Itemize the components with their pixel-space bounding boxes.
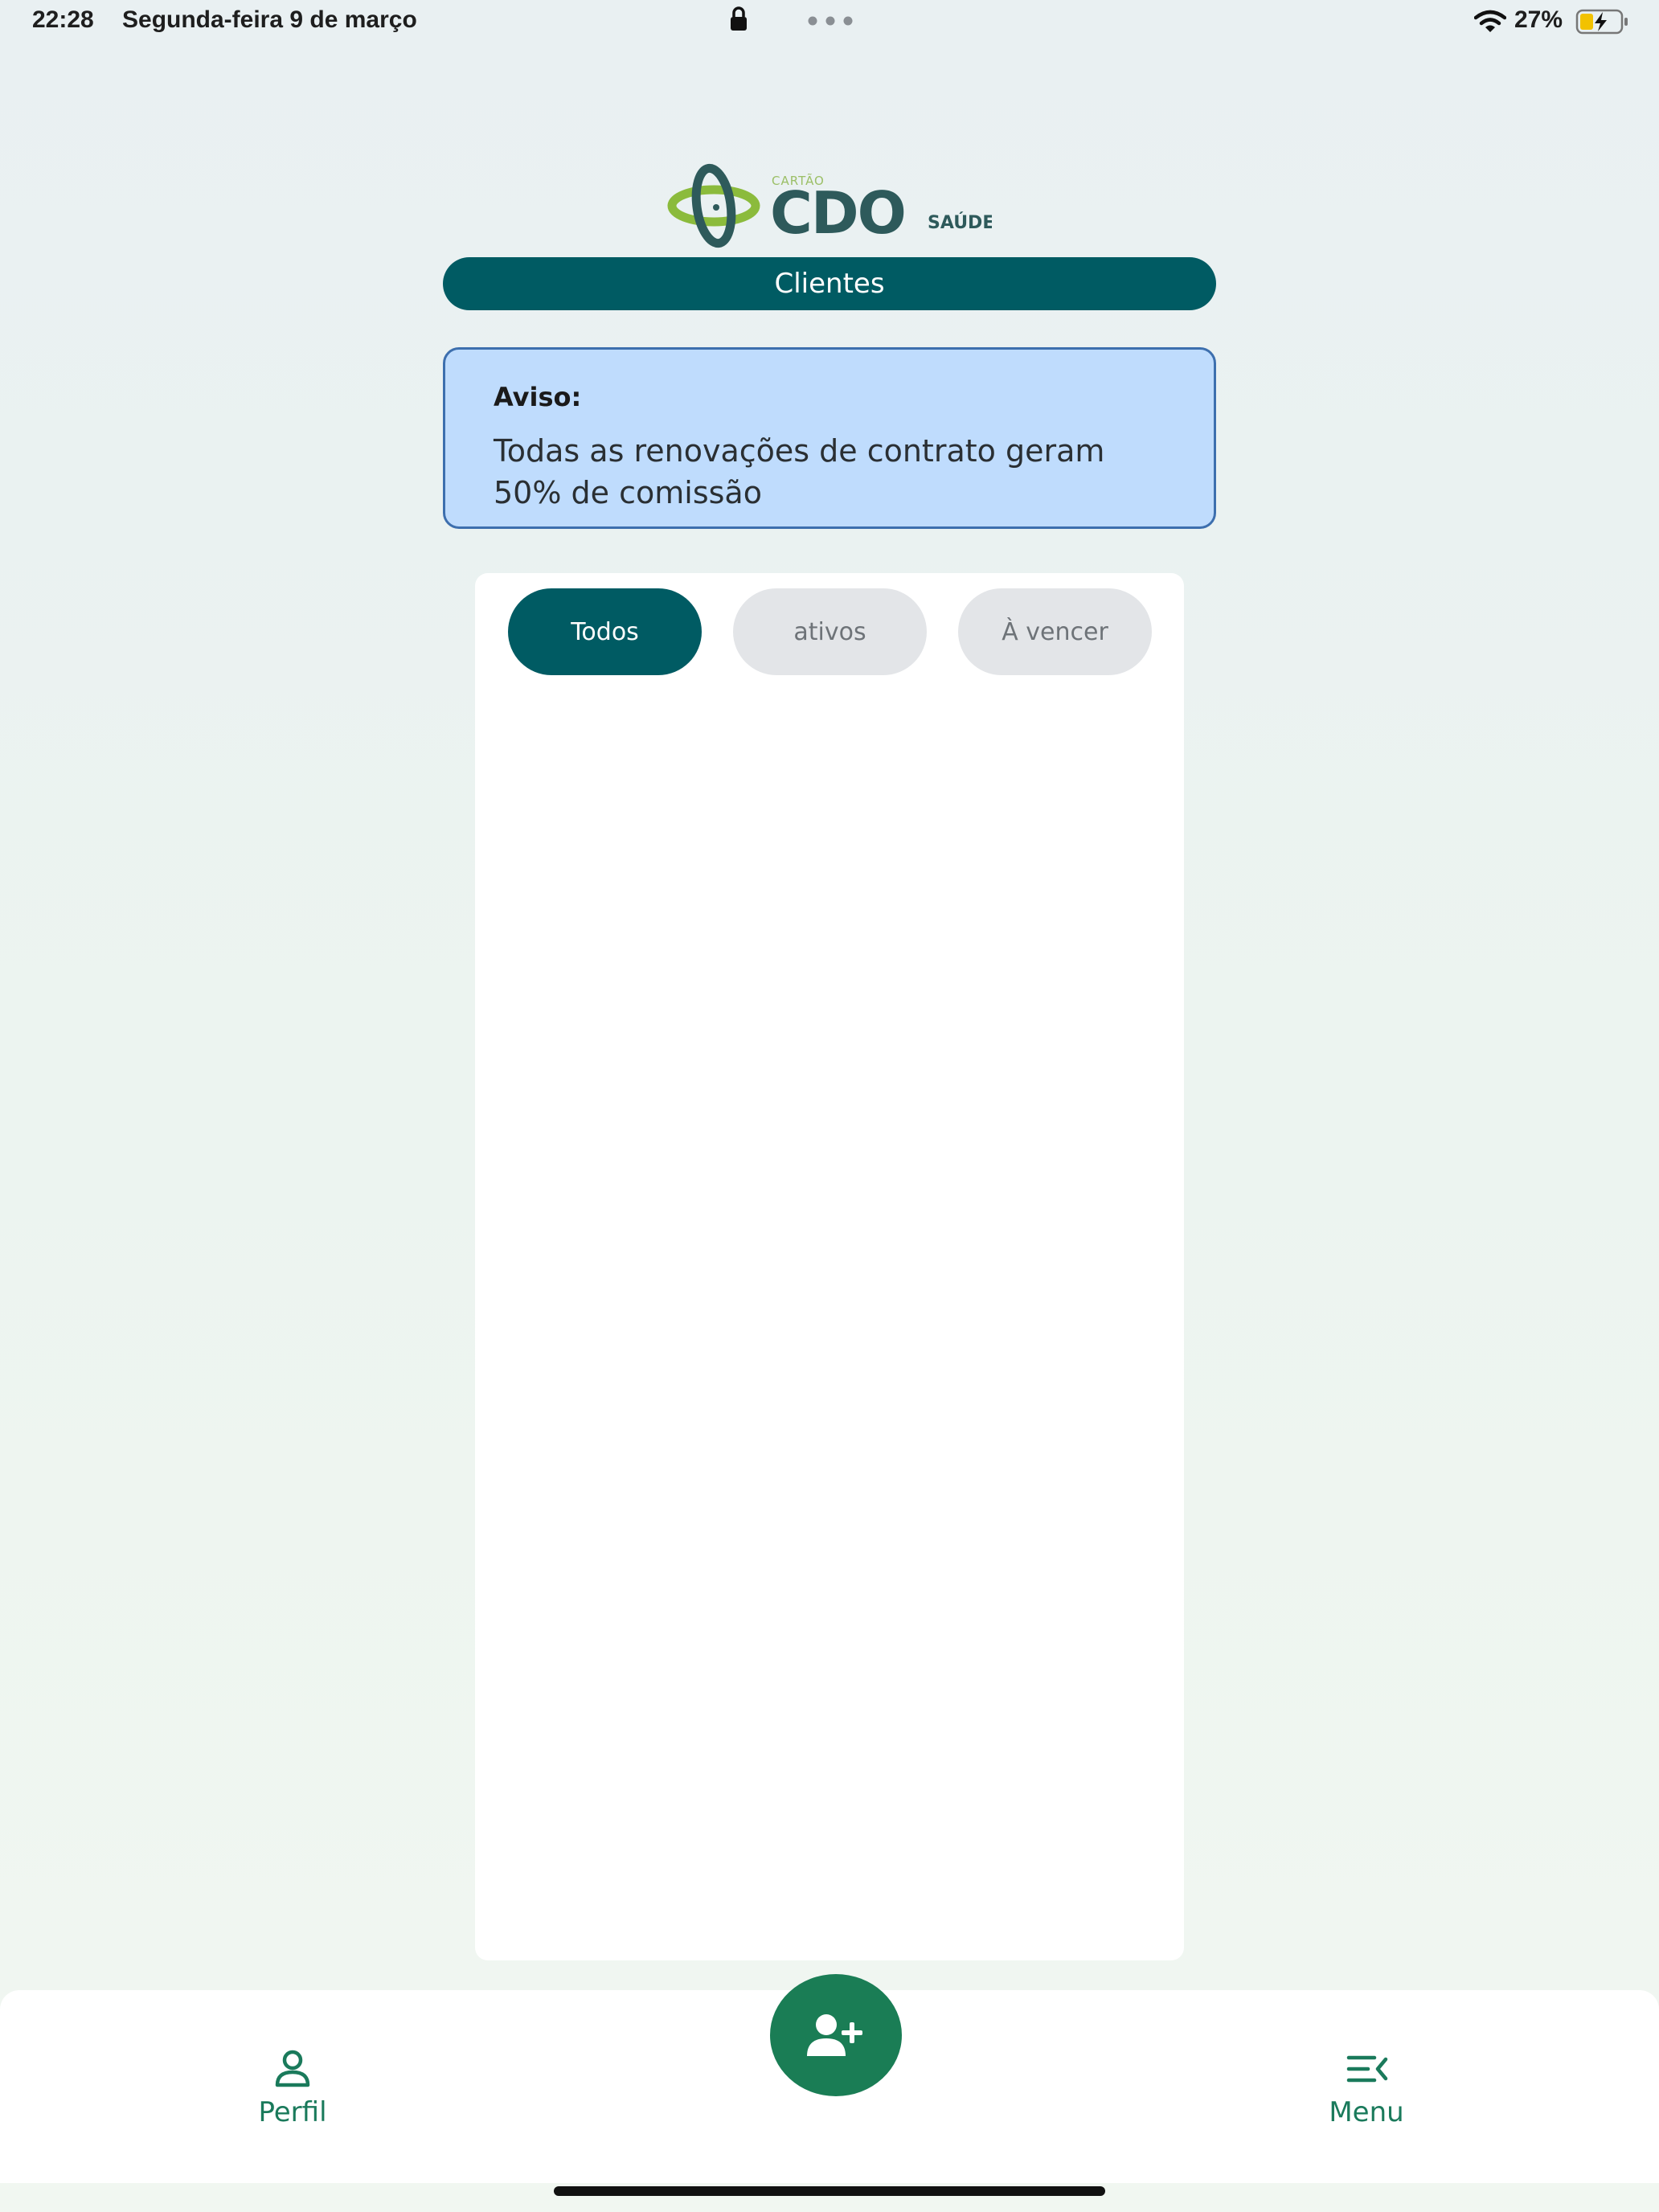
lock-icon <box>731 6 747 31</box>
battery-charging-icon <box>1575 9 1628 35</box>
page-title-bar: Clientes <box>443 257 1216 310</box>
battery-percentage: 27% <box>1514 6 1563 33</box>
notice-text: Todas as renovações de contrato geram 50… <box>494 433 1105 510</box>
nav-menu-tab[interactable]: Menu <box>1286 2046 1447 2128</box>
filter-label: ativos <box>793 617 866 646</box>
nav-perfil-label: Perfil <box>258 2096 327 2128</box>
page-title: Clientes <box>774 268 885 300</box>
notice-box: Aviso: Todas as renovações de contrato g… <box>443 347 1216 529</box>
multitasking-dots-icon[interactable] <box>808 16 853 26</box>
filter-ativos-button[interactable]: ativos <box>733 588 927 675</box>
filter-todos-button[interactable]: Todos <box>508 588 702 675</box>
logo-main-text: CDO <box>770 179 905 247</box>
status-date: Segunda-feira 9 de março <box>122 6 417 33</box>
nav-menu-label: Menu <box>1329 2096 1404 2128</box>
profile-icon <box>275 2050 310 2087</box>
home-indicator[interactable] <box>554 2186 1105 2196</box>
status-time: 22:28 <box>32 6 94 33</box>
logo-suffix-text: SAÚDE <box>928 212 992 233</box>
nav-perfil-tab[interactable]: Perfil <box>212 2046 373 2128</box>
filter-label: Todos <box>571 617 639 646</box>
filter-label: À vencer <box>1002 617 1108 646</box>
add-client-button[interactable] <box>770 1974 902 2096</box>
add-user-icon <box>807 2014 862 2056</box>
status-bar: 22:28 Segunda-feira 9 de março 27% <box>0 0 1659 48</box>
wifi-icon <box>1474 10 1506 32</box>
cdo-saude-logo: CARTÃO CDO SAÚDE <box>667 163 992 248</box>
menu-icon <box>1346 2055 1388 2083</box>
filter-a-vencer-button[interactable]: À vencer <box>958 588 1152 675</box>
clients-list-card: Todos ativos À vencer <box>475 573 1184 1960</box>
notice-title: Aviso: <box>494 382 582 412</box>
